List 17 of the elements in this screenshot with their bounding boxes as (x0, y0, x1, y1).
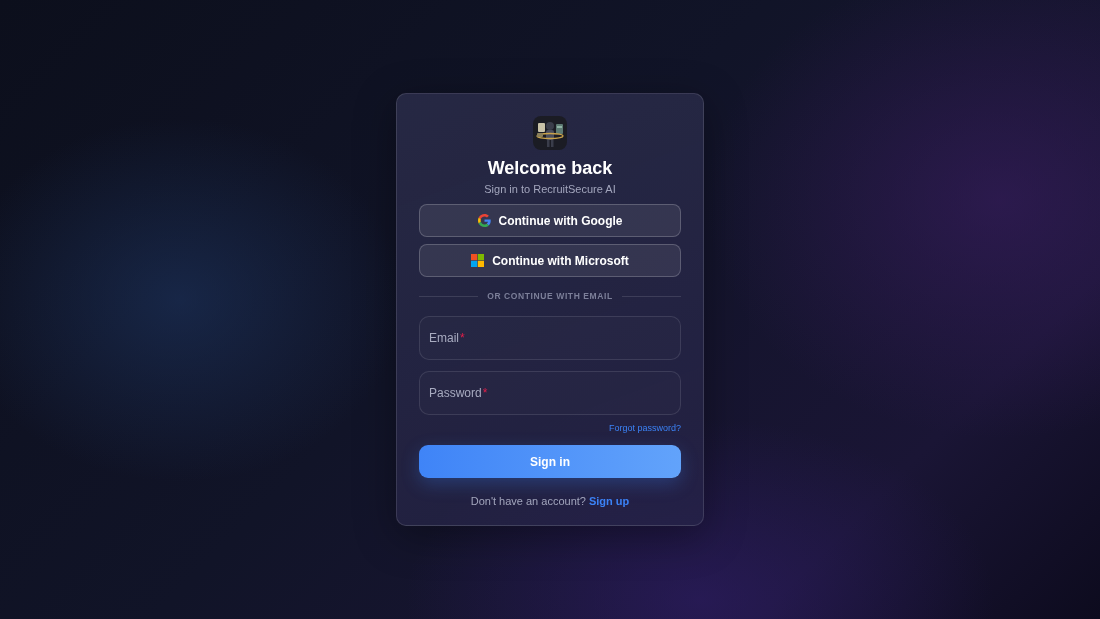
google-sign-in-button[interactable]: Continue with Google (419, 204, 681, 237)
input-field[interactable]: Password* (419, 371, 681, 415)
sign-in-subtitle: Sign in to RecruitSecure AI (483, 182, 617, 196)
forgot-password-link[interactable]: Forgot password? (608, 422, 681, 434)
signup-prompt: Don't have an account? (470, 494, 586, 508)
field-label: Email (429, 331, 459, 345)
sign-up-link[interactable]: Sign up (588, 494, 630, 508)
required-mark: * (482, 386, 488, 400)
google-logo-icon (477, 214, 491, 227)
divider-label: OR CONTINUE WITH EMAIL (487, 291, 613, 301)
robot-logo-icon (533, 116, 567, 150)
microsoft-logo-icon (471, 254, 485, 267)
required-mark: * (460, 331, 465, 345)
field-label: Password (429, 386, 482, 400)
welcome-title: Welcome back (486, 157, 614, 179)
microsoft-sign-in-button[interactable]: Continue with Microsoft (419, 244, 681, 277)
input-field[interactable]: Email* (419, 316, 681, 360)
